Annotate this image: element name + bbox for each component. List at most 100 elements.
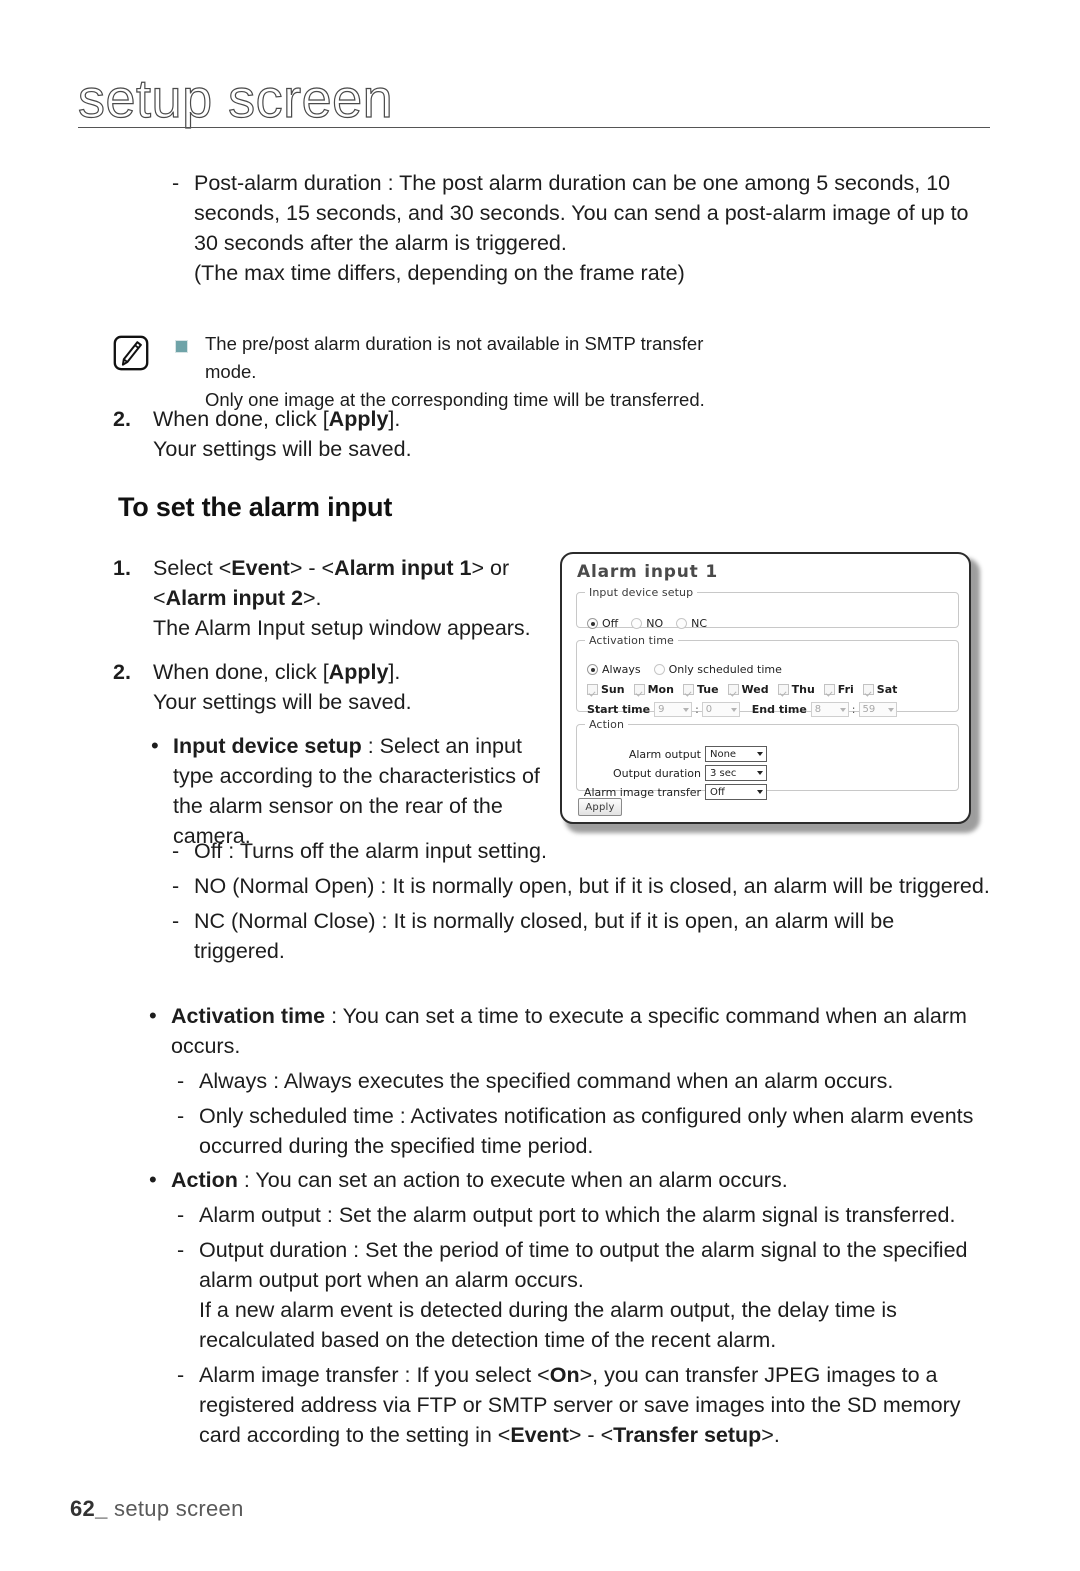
alarm-input-1-keyword: Alarm input 1 bbox=[334, 556, 472, 580]
weekday-checkbox-group: Sun Mon Tue Wed Thu Fri Sat bbox=[587, 683, 906, 696]
apply-button[interactable]: Apply bbox=[578, 798, 622, 816]
step-2-post: ]. bbox=[388, 660, 401, 684]
checkbox-tue[interactable] bbox=[682, 684, 694, 695]
page-number: 62 bbox=[70, 1496, 96, 1521]
input-device-setup-fieldset: Input device setup Off NO NC bbox=[576, 586, 959, 630]
input-type-off: - Off : Turns off the alarm input settin… bbox=[172, 836, 990, 866]
round-bullet-icon: • bbox=[151, 733, 159, 758]
step-1-p2: > - < bbox=[289, 556, 335, 580]
dash-marker: - bbox=[177, 1104, 185, 1128]
time-range-row: Start time 9 : 0 End time 8 : 59 bbox=[587, 702, 897, 717]
action-label: Action bbox=[171, 1168, 238, 1192]
alarm-output-item: - Alarm output : Set the alarm output po… bbox=[177, 1200, 990, 1230]
radio-off[interactable] bbox=[587, 618, 598, 629]
radio-only-scheduled-label: Only scheduled time bbox=[668, 663, 782, 676]
start-time-label: Start time bbox=[587, 703, 651, 716]
alarm-image-transfer-p1: Alarm image transfer : If you select < bbox=[199, 1363, 550, 1387]
checkbox-sun[interactable] bbox=[587, 684, 598, 695]
output-duration-select[interactable]: 3 sec bbox=[705, 765, 767, 781]
chevron-down-icon bbox=[757, 790, 763, 794]
output-duration-value: 3 sec bbox=[710, 767, 737, 779]
step-2-top-line: 2. When done, click [Apply]. bbox=[113, 404, 613, 434]
alarm-image-transfer-select[interactable]: Off bbox=[705, 784, 767, 800]
chevron-down-icon bbox=[887, 707, 894, 712]
chevron-down-icon bbox=[730, 707, 737, 712]
event-keyword-2: Event bbox=[510, 1423, 569, 1447]
input-type-no: - NO (Normal Open) : It is normally open… bbox=[172, 871, 990, 901]
alarm-output-label: Alarm output bbox=[628, 747, 701, 761]
on-keyword: On bbox=[549, 1363, 580, 1387]
radio-nc[interactable] bbox=[676, 618, 688, 629]
checkbox-mon[interactable] bbox=[633, 684, 645, 695]
radio-always-label: Always bbox=[602, 663, 641, 676]
alarm-image-transfer-label: Alarm image transfer bbox=[583, 785, 701, 799]
round-bullet-icon: • bbox=[149, 1167, 157, 1192]
event-keyword: Event bbox=[231, 556, 290, 580]
end-minute-select[interactable]: 59 bbox=[858, 702, 897, 717]
note-line-1: The pre/post alarm duration is not avail… bbox=[205, 333, 704, 382]
checkbox-sat[interactable] bbox=[862, 684, 874, 695]
activation-time-fieldset: Activation time Always Only scheduled ti… bbox=[576, 634, 959, 717]
frame-rate-note-text: (The max time differs, depending on the … bbox=[194, 261, 685, 285]
activation-scheduled-text: Only scheduled time : Activates notifica… bbox=[199, 1104, 974, 1158]
checkbox-fri-label: Fri bbox=[837, 683, 854, 696]
output-duration-row: Output duration 3 sec bbox=[581, 765, 767, 781]
dash-marker: - bbox=[177, 1363, 185, 1387]
radio-nc-label: NC bbox=[691, 617, 708, 630]
apply-keyword-2: Apply bbox=[328, 660, 389, 684]
footer-label: setup screen bbox=[114, 1496, 244, 1521]
alarm-output-value: None bbox=[710, 748, 737, 760]
dash-marker: - bbox=[177, 1238, 185, 1262]
checkbox-wed[interactable] bbox=[727, 684, 739, 695]
alarm-output-row: Alarm output None bbox=[581, 746, 767, 762]
step-1-p4: < bbox=[153, 586, 166, 610]
start-hour-select[interactable]: 9 bbox=[654, 702, 693, 717]
radio-always[interactable] bbox=[587, 664, 598, 675]
input-device-setup-label: Input device setup bbox=[173, 734, 362, 758]
checkbox-wed-label: Wed bbox=[741, 683, 769, 696]
step-1: 1. Select <Event> - <Alarm input 1> or <… bbox=[113, 553, 553, 643]
start-hour-value: 9 bbox=[658, 704, 665, 715]
activation-time-description: • Activation time : You can set a time t… bbox=[145, 1001, 990, 1161]
chevron-down-icon bbox=[683, 707, 690, 712]
chevron-down-icon bbox=[839, 707, 846, 712]
input-device-setup-bullet: • Input device setup : Select an input t… bbox=[147, 731, 553, 851]
radio-only-scheduled[interactable] bbox=[653, 664, 665, 675]
action-description: • Action : You can set an action to exec… bbox=[145, 1165, 990, 1450]
end-minute-value: 59 bbox=[862, 704, 876, 715]
radio-no[interactable] bbox=[631, 618, 643, 629]
dash-marker: - bbox=[172, 839, 180, 863]
step-1-p1: Select < bbox=[153, 556, 232, 580]
end-hour-value: 8 bbox=[814, 704, 822, 715]
checkbox-fri[interactable] bbox=[823, 684, 835, 695]
step-2-pre: When done, click [ bbox=[153, 660, 329, 684]
start-minute-select[interactable]: 0 bbox=[701, 702, 740, 717]
checkbox-sun-label: Sun bbox=[601, 683, 625, 696]
step-1-sub: The Alarm Input setup window appears. bbox=[153, 616, 531, 640]
activation-time-bullet: • Activation time : You can set a time t… bbox=[145, 1001, 990, 1061]
output-duration-label: Output duration bbox=[613, 766, 701, 780]
chevron-down-icon bbox=[757, 771, 763, 775]
alarm-input-dialog[interactable]: Alarm input 1 Input device setup Off NO … bbox=[560, 552, 971, 824]
transfer-setup-keyword: Transfer setup bbox=[613, 1423, 762, 1447]
header-divider bbox=[78, 127, 990, 128]
dash-marker: - bbox=[172, 909, 180, 933]
end-hour-select[interactable]: 8 bbox=[810, 702, 849, 717]
step-number: 2. bbox=[113, 407, 131, 431]
activation-always-text: Always : Always executes the specified c… bbox=[199, 1069, 894, 1093]
note-callout: The pre/post alarm duration is not avail… bbox=[113, 330, 753, 414]
checkbox-thu[interactable] bbox=[777, 684, 789, 695]
input-type-no-text: NO (Normal Open) : It is normally open, … bbox=[194, 874, 990, 898]
input-device-setup-legend: Input device setup bbox=[589, 586, 694, 599]
alarm-output-text: Alarm output : Set the alarm output port… bbox=[199, 1203, 956, 1227]
square-bullet-icon bbox=[175, 340, 188, 353]
alarm-output-select[interactable]: None bbox=[705, 746, 767, 762]
action-desc: : You can set an action to execute when … bbox=[237, 1168, 788, 1192]
input-device-radio-group: Off NO NC bbox=[587, 617, 720, 630]
checkbox-tue-label: Tue bbox=[696, 683, 719, 696]
end-time-label: End time bbox=[751, 703, 807, 716]
apply-keyword: Apply bbox=[328, 407, 389, 431]
alarm-input-dialog-screenshot: Alarm input 1 Input device setup Off NO … bbox=[560, 552, 980, 833]
step-1-p5: >. bbox=[302, 586, 322, 610]
activation-time-label: Activation time bbox=[171, 1004, 326, 1028]
